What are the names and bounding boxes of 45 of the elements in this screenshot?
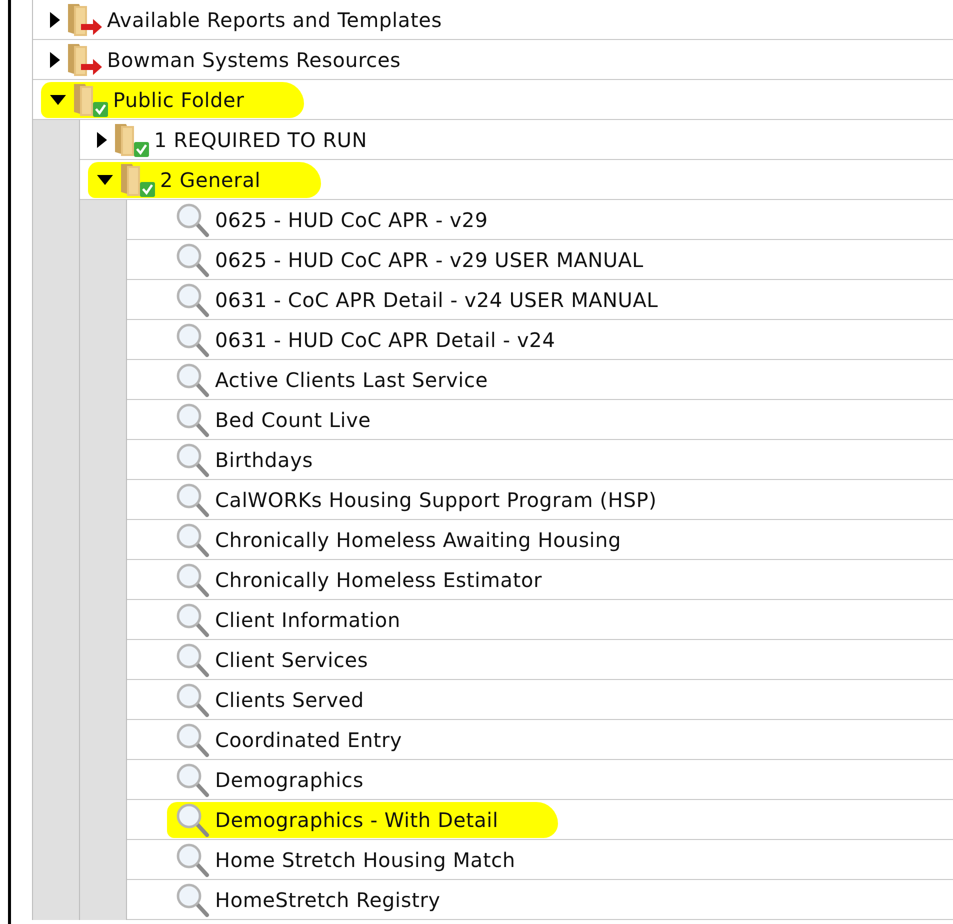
folder-item[interactable]: 2 General: [160, 168, 261, 192]
expand-triangle-icon[interactable]: [49, 50, 61, 68]
magnifier-icon: [175, 362, 211, 398]
report-item[interactable]: CalWORKs Housing Support Program (HSP): [215, 488, 657, 512]
report-item[interactable]: Birthdays: [215, 448, 313, 472]
magnifier-icon: [175, 722, 211, 758]
magnifier-icon: [175, 602, 211, 638]
report-item[interactable]: Client Services: [215, 648, 368, 672]
report-item[interactable]: Chronically Homeless Awaiting Housing: [215, 528, 622, 552]
magnifier-icon: [175, 642, 211, 678]
report-item[interactable]: Chronically Homeless Estimator: [215, 568, 542, 592]
collapse-triangle-icon[interactable]: [96, 174, 114, 186]
report-item[interactable]: Clients Served: [215, 688, 364, 712]
folder-item[interactable]: 1 REQUIRED TO RUN: [154, 128, 368, 152]
folder-item[interactable]: Bowman Systems Resources: [107, 48, 401, 72]
magnifier-icon: [175, 682, 211, 718]
report-item[interactable]: Demographics: [215, 768, 364, 792]
magnifier-icon: [175, 522, 211, 558]
magnifier-icon: [175, 242, 211, 278]
magnifier-icon: [175, 882, 211, 918]
magnifier-icon: [175, 442, 211, 478]
magnifier-icon: [175, 842, 211, 878]
expand-triangle-icon[interactable]: [49, 10, 61, 28]
folder-item[interactable]: Available Reports and Templates: [107, 8, 442, 32]
magnifier-icon: [175, 482, 211, 518]
report-item[interactable]: HomeStretch Registry: [215, 888, 440, 912]
magnifier-icon: [175, 762, 211, 798]
report-item[interactable]: Bed Count Live: [215, 408, 371, 432]
report-item[interactable]: Home Stretch Housing Match: [215, 848, 516, 872]
folder-item[interactable]: Public Folder: [113, 88, 244, 112]
magnifier-icon: [175, 202, 211, 238]
expand-triangle-icon[interactable]: [96, 130, 108, 148]
report-item[interactable]: Client Information: [215, 608, 400, 632]
report-item[interactable]: 0631 - HUD CoC APR Detail - v24: [215, 328, 556, 352]
report-item[interactable]: 0625 - HUD CoC APR - v29: [215, 208, 488, 232]
magnifier-icon: [175, 562, 211, 598]
magnifier-icon: [175, 802, 211, 838]
report-item[interactable]: 0631 - CoC APR Detail - v24 USER MANUAL: [215, 288, 658, 312]
magnifier-icon: [175, 322, 211, 358]
collapse-triangle-icon[interactable]: [49, 94, 67, 106]
magnifier-icon: [175, 402, 211, 438]
magnifier-icon: [175, 282, 211, 318]
report-item[interactable]: Active Clients Last Service: [215, 368, 488, 392]
report-item[interactable]: 0625 - HUD CoC APR - v29 USER MANUAL: [215, 248, 644, 272]
report-item[interactable]: Coordinated Entry: [215, 728, 402, 752]
